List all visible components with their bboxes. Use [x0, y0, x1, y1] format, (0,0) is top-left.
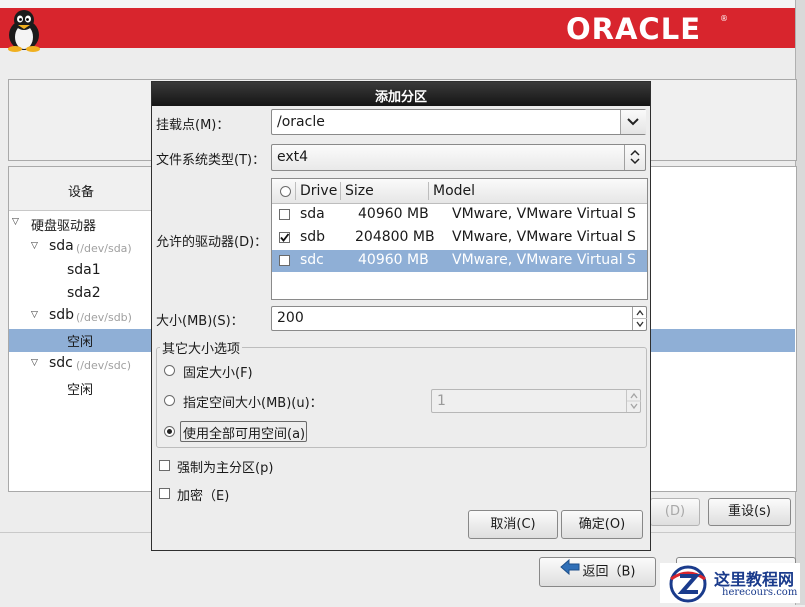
drive-name[interactable]: sda: [300, 206, 325, 222]
drive-size: 40960 MB: [358, 252, 429, 268]
back-arrow-icon: [559, 558, 580, 586]
tree-item-harddrives[interactable]: 硬盘驱动器: [31, 215, 96, 234]
mount-point-dropdown[interactable]: [620, 110, 646, 134]
tree-item-sdc-free[interactable]: 空闲: [67, 379, 93, 398]
size-spinbox[interactable]: 200: [271, 306, 647, 331]
col-model[interactable]: Model: [433, 183, 475, 199]
fixed-size-label[interactable]: 固定大小(F): [183, 362, 253, 381]
delete-button[interactable]: (D): [650, 498, 700, 526]
watermark-logo-icon: [667, 565, 709, 603]
drive-model: VMware, VMware Virtual S: [452, 229, 636, 245]
fs-type-dropdown[interactable]: [624, 145, 646, 170]
col-drive[interactable]: Drive: [300, 183, 337, 199]
drive-size: 204800 MB: [355, 229, 435, 245]
tree-item-sda1[interactable]: sda1: [67, 262, 101, 278]
mount-point-field[interactable]: /oracle: [271, 109, 646, 135]
size-label: 大小(MB)(S)：: [156, 314, 244, 329]
select-all-toggle[interactable]: [280, 186, 291, 197]
back-button[interactable]: 返回（B): [539, 557, 656, 587]
oracle-logo: ORACLE: [566, 12, 701, 46]
spin-arrows-icon: [627, 392, 641, 410]
registered-mark: ®: [720, 14, 728, 23]
drive-checkbox-sda[interactable]: [279, 209, 290, 220]
expand-triangle-icon[interactable]: ▽: [12, 217, 19, 227]
mount-point-label: 挂载点(M)：: [156, 118, 230, 133]
ok-button[interactable]: 确定(O): [561, 510, 643, 539]
other-size-options-title: 其它大小选项: [160, 338, 243, 357]
banner-top-strip: [0, 0, 795, 8]
drive-model: VMware, VMware Virtual S: [452, 206, 636, 222]
tree-item-sdc[interactable]: sdc: [49, 355, 73, 371]
expand-triangle-icon[interactable]: ▽: [31, 241, 38, 251]
expand-triangle-icon[interactable]: ▽: [31, 310, 38, 320]
use-all-space-radio[interactable]: [164, 426, 175, 437]
back-button-label: 返回（B): [582, 564, 636, 580]
encrypt-checkbox[interactable]: [159, 488, 170, 499]
cancel-button[interactable]: 取消(C): [468, 510, 558, 539]
specify-size-label[interactable]: 指定空间大小(MB)(u)：: [183, 392, 323, 411]
watermark-url: herecours.com: [722, 587, 798, 598]
use-all-space-label[interactable]: 使用全部可用空间(a): [183, 423, 305, 442]
tree-item-sda-path: (/dev/sda): [76, 242, 132, 255]
tree-item-sdb[interactable]: sdb: [49, 307, 74, 323]
specify-size-spinbox[interactable]: 1: [431, 389, 641, 413]
reset-button[interactable]: 重设(s): [708, 498, 791, 526]
size-spin-buttons[interactable]: [632, 307, 647, 330]
expand-triangle-icon[interactable]: ▽: [31, 358, 38, 368]
encrypt-label[interactable]: 加密（E): [177, 485, 229, 504]
fs-type-combo[interactable]: ext4: [271, 144, 646, 171]
tree-item-sda[interactable]: sda: [49, 238, 74, 254]
tux-penguin-icon: [4, 8, 44, 52]
tree-header-label: 设备: [68, 185, 95, 200]
fs-type-label: 文件系统类型(T)：: [156, 153, 266, 168]
allowed-drives-label: 允许的驱动器(D)：: [156, 235, 268, 250]
drive-name[interactable]: sdc: [300, 252, 324, 268]
force-primary-label[interactable]: 强制为主分区(p): [177, 457, 273, 476]
drive-model: VMware, VMware Virtual S: [452, 252, 636, 268]
specify-spin-buttons[interactable]: [626, 390, 641, 412]
specify-size-radio[interactable]: [164, 395, 175, 406]
drive-checkbox-sdb[interactable]: [279, 232, 290, 243]
tree-item-sdb-path: (/dev/sdb): [76, 311, 132, 324]
fixed-size-radio[interactable]: [164, 365, 175, 376]
chevron-down-icon: [627, 116, 639, 131]
drive-size: 40960 MB: [358, 206, 429, 222]
force-primary-checkbox[interactable]: [159, 460, 170, 471]
dialog-title: 添加分区: [374, 90, 427, 105]
tree-item-sdc-path: (/dev/sdc): [76, 359, 132, 372]
checkmark-icon: [280, 233, 290, 242]
drive-checkbox-sdc[interactable]: [279, 255, 290, 266]
drive-name[interactable]: sdb: [300, 229, 325, 245]
col-size[interactable]: Size: [345, 183, 374, 199]
spin-arrows-icon: [633, 309, 647, 328]
updown-arrows-icon: [630, 149, 640, 169]
tree-item-sdb-free[interactable]: 空闲: [67, 331, 93, 350]
tree-item-sda2[interactable]: sda2: [67, 285, 101, 301]
